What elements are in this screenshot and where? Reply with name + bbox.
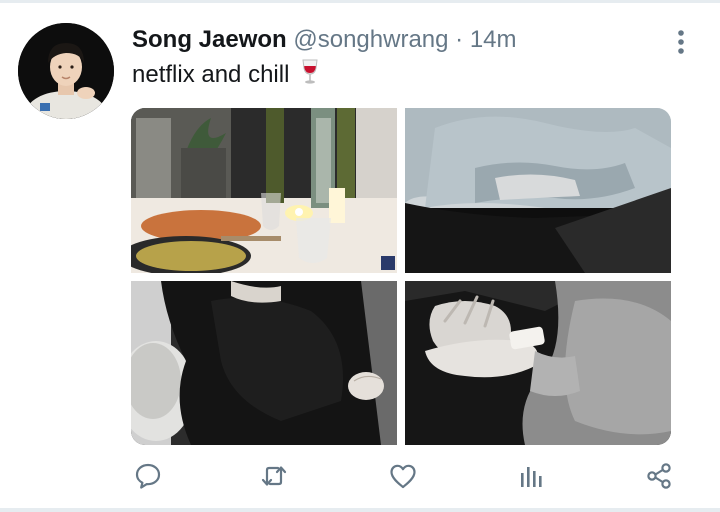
like-button[interactable]	[388, 461, 418, 491]
avatar[interactable]	[18, 23, 114, 119]
photo-dinner-table[interactable]	[131, 108, 397, 273]
photo-holding-hands-light[interactable]	[405, 108, 671, 273]
retweet-button[interactable]	[259, 461, 289, 491]
wine-glass-emoji-icon	[302, 59, 318, 84]
retweet-icon	[261, 466, 287, 486]
photo-hands-closeup[interactable]	[405, 281, 671, 445]
author-name[interactable]: Song Jaewon	[132, 26, 287, 53]
share-button[interactable]	[644, 461, 674, 491]
separator-dot: ·	[455, 26, 464, 53]
photo-hug-dark[interactable]	[131, 281, 397, 445]
bottom-divider	[0, 508, 720, 512]
media-grid	[131, 108, 671, 445]
tweet-text: netflix and chill	[132, 58, 320, 90]
more-vertical-icon	[678, 30, 684, 54]
tweet-header: Song Jaewon @songhwrang · 14m	[132, 26, 517, 54]
reply-icon	[135, 463, 161, 489]
tweet-timestamp[interactable]: 14m	[470, 26, 517, 53]
more-options-button[interactable]	[670, 28, 692, 56]
photo-icon	[131, 281, 397, 445]
reply-button[interactable]	[133, 461, 163, 491]
tweet-body: netflix and chill	[132, 61, 290, 88]
avatar-image	[18, 23, 114, 119]
share-icon	[647, 463, 671, 489]
photo-icon	[131, 108, 397, 273]
heart-icon	[390, 464, 416, 489]
photo-icon	[405, 281, 671, 445]
top-divider	[0, 0, 720, 3]
photo-icon	[405, 108, 671, 273]
author-handle[interactable]: @songhwrang	[293, 26, 448, 53]
analytics-button[interactable]	[516, 461, 546, 491]
analytics-icon	[521, 467, 542, 487]
